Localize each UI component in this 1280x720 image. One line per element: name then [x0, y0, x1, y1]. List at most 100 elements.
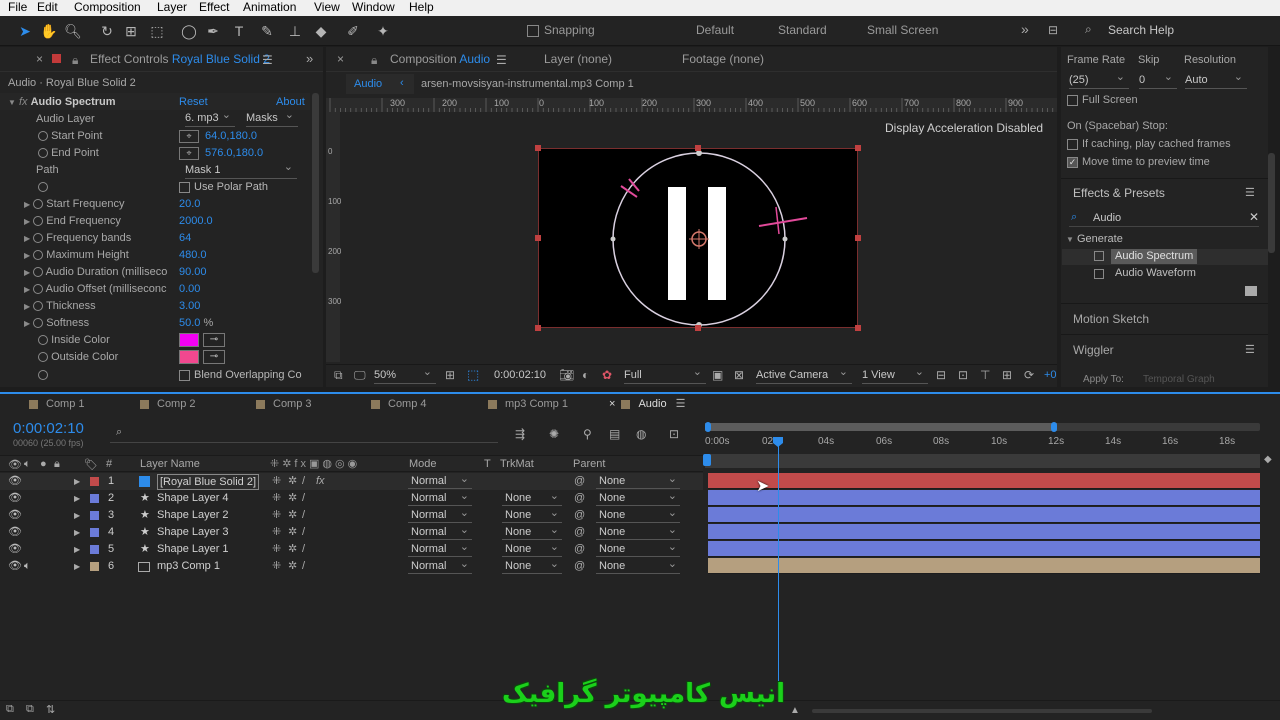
softness-value[interactable]: 50.0	[179, 317, 200, 329]
effects-presets-title[interactable]: Effects & Presets	[1073, 186, 1165, 200]
lock-icon[interactable]: 🔒︎	[371, 53, 377, 68]
layer-label-color[interactable]	[90, 545, 99, 554]
blend-mode-dropdown[interactable]: Normal ⌄	[408, 490, 472, 506]
pick-whip-icon[interactable]: @	[574, 524, 585, 541]
right-panel-scrollbar[interactable]	[1268, 153, 1275, 253]
pick-whip-icon[interactable]: @	[574, 490, 585, 507]
bounding-handle[interactable]	[855, 235, 861, 241]
expand-layer-icon[interactable]: ▶	[74, 473, 80, 490]
track-matte-dropdown[interactable]: None ⌄	[502, 507, 562, 523]
audio-waveform-item[interactable]: Audio Waveform	[1115, 267, 1196, 279]
tab-mp3-comp-1[interactable]: mp3 Comp 1	[488, 395, 568, 415]
layer-duration-bar[interactable]	[708, 558, 1260, 574]
quality-switch-icon[interactable]: /	[302, 507, 305, 524]
expand-layer-icon[interactable]: ▶	[74, 507, 80, 524]
bounding-handle[interactable]	[535, 145, 541, 151]
visibility-eye-icon[interactable]: 👁︎	[8, 541, 22, 558]
workspace-small-screen[interactable]: Small Screen	[867, 23, 938, 37]
wiggler-title[interactable]: Wiggler	[1073, 343, 1114, 357]
parent-dropdown[interactable]: None ⌄	[596, 473, 680, 489]
timeline-timecode[interactable]: 0:00:02:10	[13, 420, 84, 437]
workspace-default[interactable]: Default	[696, 23, 734, 37]
stopwatch-icon[interactable]	[38, 370, 48, 381]
tab-comp-4[interactable]: Comp 4	[371, 395, 427, 415]
track-matte-dropdown[interactable]: None ⌄	[502, 524, 562, 540]
audio-offset-value[interactable]: 0.00	[179, 281, 200, 298]
type-tool-icon[interactable]: T	[230, 22, 248, 40]
quality-switch-icon[interactable]: /	[302, 473, 305, 490]
end-frequency-value[interactable]: 2000.0	[179, 213, 213, 230]
layer-duration-bar[interactable]	[708, 490, 1260, 506]
layer-name-header[interactable]: Layer Name	[140, 458, 200, 470]
stopwatch-icon[interactable]	[33, 233, 44, 244]
shy-switch-icon[interactable]: ⁜	[272, 473, 281, 490]
audio-speaker-icon[interactable]: 🔈︎	[24, 558, 31, 575]
trkmat-header[interactable]: TrkMat	[500, 458, 534, 470]
time-ruler[interactable]: 0:00s 02s 04s 06s 08s 10s 12s 14s 16s 18s	[705, 420, 1263, 454]
expand-layer-icon[interactable]: ▶	[74, 490, 80, 507]
collapse-switch-icon[interactable]: ✲	[288, 490, 297, 507]
effect-controls-close[interactable]: ×	[36, 47, 43, 71]
visibility-eye-icon[interactable]: 👁︎	[8, 558, 22, 575]
breadcrumb-audio[interactable]: Audio	[354, 78, 382, 90]
pick-whip-icon[interactable]: @	[574, 541, 585, 558]
parent-dropdown[interactable]: None ⌄	[596, 558, 680, 574]
snapping-checkbox[interactable]	[527, 25, 539, 37]
parent-dropdown[interactable]: None ⌄	[596, 524, 680, 540]
stopwatch-icon[interactable]	[38, 131, 48, 142]
frame-rate-dropdown[interactable]: (25)	[1069, 70, 1129, 89]
comp-mini-flowchart-icon[interactable]: ⇶	[515, 427, 525, 441]
track-matte-dropdown[interactable]: None ⌄	[502, 558, 562, 574]
layer-duration-bar[interactable]	[708, 541, 1260, 557]
preview-resolution-dropdown[interactable]: Auto	[1185, 70, 1247, 89]
time-navigator[interactable]	[705, 454, 1260, 468]
parent-dropdown[interactable]: None ⌄	[596, 541, 680, 557]
menu-help[interactable]: Help	[409, 0, 434, 15]
use-polar-path-checkbox[interactable]	[179, 181, 190, 193]
stopwatch-icon[interactable]	[33, 301, 44, 312]
stopwatch-icon[interactable]	[38, 352, 48, 363]
full-screen-checkbox[interactable]	[1067, 94, 1078, 106]
camera-tool-icon[interactable]: ⊞	[122, 22, 140, 40]
shy-switch-icon[interactable]: ⁜	[272, 558, 281, 575]
collapse-switch-icon[interactable]: ✲	[288, 541, 297, 558]
skip-dropdown[interactable]: 0	[1139, 70, 1177, 89]
layer-name[interactable]: Shape Layer 4	[157, 490, 229, 507]
expand-layer-icon[interactable]: ▶	[74, 524, 80, 541]
reset-link[interactable]: Reset	[179, 94, 208, 111]
track-matte-dropdown[interactable]: None ⌄	[502, 541, 562, 557]
generate-category[interactable]: Generate	[1077, 233, 1123, 245]
navigator-end-handle[interactable]: ◆	[1264, 454, 1274, 468]
effect-controls-scrollbar[interactable]	[312, 93, 319, 273]
audio-layer-dropdown[interactable]: 6. mp3	[185, 108, 235, 127]
maximum-height-value[interactable]: 480.0	[179, 247, 207, 264]
blend-mode-dropdown[interactable]: Normal ⌄	[408, 541, 472, 557]
puppet-tool-icon[interactable]: ✦	[374, 22, 392, 40]
inside-color-swatch[interactable]	[179, 333, 199, 347]
stopwatch-icon[interactable]	[38, 148, 48, 159]
visibility-eye-icon[interactable]: 👁︎	[8, 507, 22, 524]
sync-settings-icon[interactable]: ⊟	[1048, 23, 1058, 37]
bounding-handle[interactable]	[855, 325, 861, 331]
panel-menu-icon[interactable]: ☰	[1245, 343, 1255, 356]
rotate-tool-icon[interactable]: ↻	[98, 22, 116, 40]
quality-switch-icon[interactable]: /	[302, 490, 305, 507]
collapse-switch-icon[interactable]: ✲	[288, 524, 297, 541]
visibility-eye-icon[interactable]: 👁︎	[8, 524, 22, 541]
bounding-handle[interactable]	[695, 145, 701, 151]
pick-whip-icon[interactable]: @	[574, 507, 585, 524]
layer-label-color[interactable]	[90, 494, 99, 503]
timeline-search-input[interactable]: ⌕	[110, 425, 498, 443]
parent-header[interactable]: Parent	[573, 458, 605, 470]
tab-comp-1[interactable]: Comp 1	[29, 395, 85, 415]
eyedropper-icon[interactable]: ⊸	[203, 350, 225, 364]
composition-title[interactable]: Composition	[390, 52, 457, 66]
bounding-handle[interactable]	[535, 235, 541, 241]
lock-icon[interactable]: 🔒︎	[54, 458, 60, 471]
magnification-dropdown[interactable]: 50%	[374, 365, 436, 384]
zoom-tool-icon[interactable]: 🔍︎	[64, 22, 82, 40]
eyedropper-icon[interactable]: ⊸	[203, 333, 225, 347]
frequency-bands-value[interactable]: 64	[179, 230, 191, 247]
thickness-value[interactable]: 3.00	[179, 298, 200, 315]
region-of-interest-icon[interactable]: ▣	[712, 368, 723, 382]
